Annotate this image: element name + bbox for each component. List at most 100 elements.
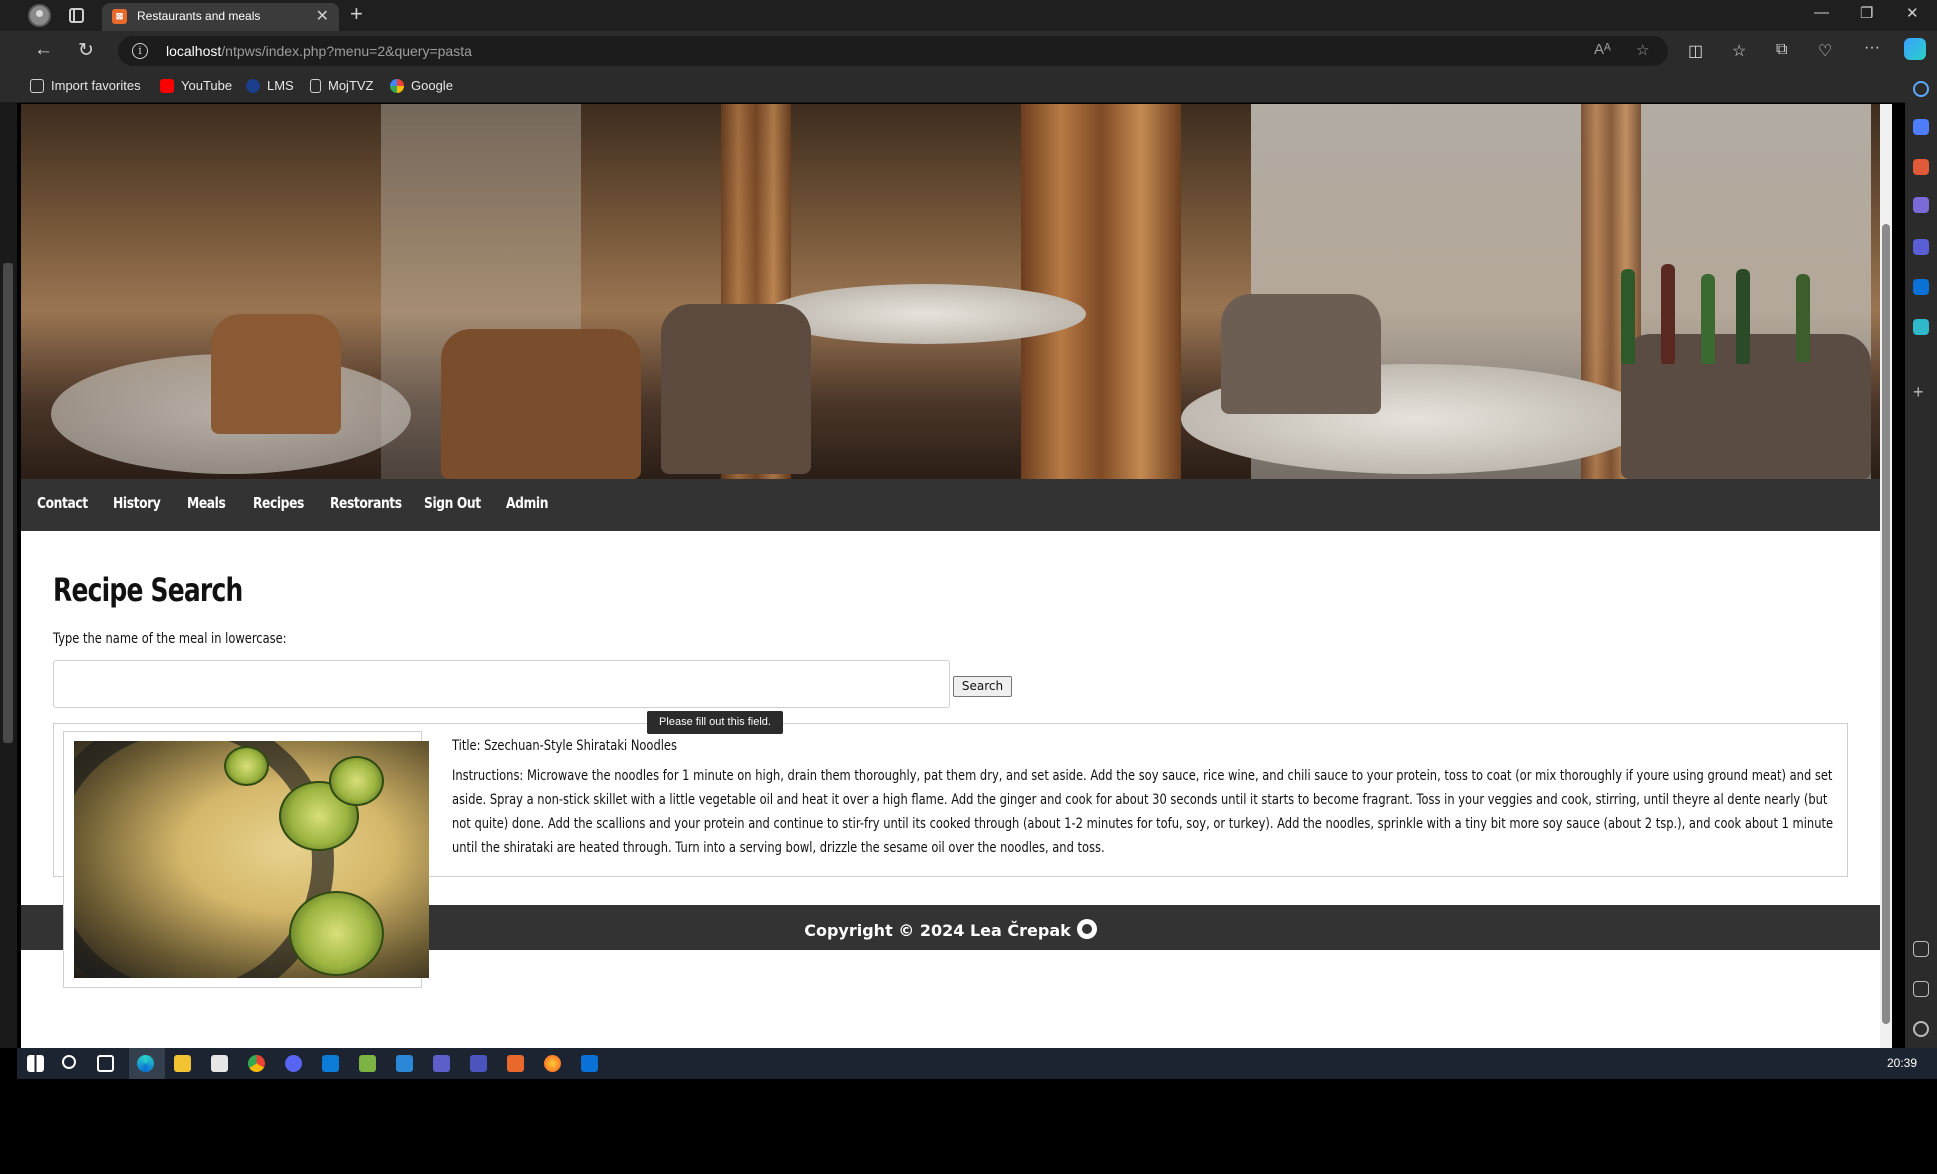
more-options-icon[interactable]: ··· — [1864, 39, 1880, 57]
search-input[interactable] — [53, 660, 950, 708]
nav-admin[interactable]: Admin — [506, 494, 548, 512]
windows-start-icon[interactable] — [27, 1055, 44, 1072]
store-icon[interactable] — [211, 1055, 228, 1072]
notepad-icon[interactable] — [359, 1055, 376, 1072]
page-icon — [310, 78, 321, 93]
hide-sidebar-icon[interactable] — [1913, 941, 1929, 957]
windows-taskbar: 20:39 — [17, 1048, 1937, 1079]
read-aloud-icon[interactable]: Aᴬ — [1594, 41, 1611, 58]
discord-icon[interactable] — [285, 1055, 302, 1072]
address-bar[interactable]: i localhost/ntpws/index.php?menu=2&query… — [118, 36, 1668, 66]
outlook-icon[interactable] — [581, 1055, 598, 1072]
browser-toolbar: ← ↻ i localhost/ntpws/index.php?menu=2&q… — [0, 31, 1937, 71]
page-title: Recipe Search — [53, 571, 243, 609]
firefox-icon[interactable] — [544, 1055, 561, 1072]
xampp-icon[interactable] — [507, 1055, 524, 1072]
search-icon[interactable] — [1913, 81, 1929, 97]
tools-icon[interactable] — [1913, 159, 1929, 175]
shopping-tag-icon[interactable] — [1913, 119, 1929, 135]
nav-history[interactable]: History — [113, 494, 161, 512]
youtube-icon — [160, 78, 174, 93]
bookmark-label: Import favorites — [51, 78, 141, 93]
nav-sign-out[interactable]: Sign Out — [424, 494, 481, 512]
bookmark-google[interactable]: Google — [390, 78, 453, 93]
taskbar-clock: 20:39 — [1886, 1056, 1917, 1070]
mail-icon[interactable] — [396, 1055, 413, 1072]
copyright-text: Copyright © 2024 Lea Črepak — [804, 921, 1071, 940]
nav-recipes[interactable]: Recipes — [253, 494, 304, 512]
task-view-icon[interactable] — [97, 1055, 114, 1072]
copilot-icon[interactable] — [1904, 38, 1926, 60]
edge-sidebar: + — [1905, 71, 1937, 1048]
nav-restorants[interactable]: Restorants — [330, 494, 402, 512]
scrollbar-thumb[interactable] — [3, 263, 13, 743]
browser-tab[interactable]: ⊠ Restaurants and meals ✕ — [102, 3, 339, 31]
import-icon — [30, 78, 44, 93]
browser-titlebar: ⊠ Restaurants and meals ✕ + — ❐ ✕ — [0, 0, 1937, 31]
restore-button[interactable]: ❐ — [1860, 4, 1873, 22]
bookmark-youtube[interactable]: YouTube — [160, 78, 232, 93]
outlook-icon[interactable] — [1913, 279, 1929, 295]
bookmark-import-favorites[interactable]: Import favorites — [30, 78, 141, 93]
bookmark-lms[interactable]: LMS — [246, 78, 294, 93]
bookmarks-bar: Import favorites YouTube LMS MojTVZ Goog… — [0, 71, 1905, 103]
url-text[interactable]: localhost/ntpws/index.php?menu=2&query=p… — [166, 43, 472, 59]
lms-icon — [246, 78, 260, 93]
teams-icon[interactable] — [433, 1055, 450, 1072]
validation-tooltip: Please fill out this field. — [647, 711, 783, 734]
settings-gear-icon[interactable] — [1913, 1021, 1929, 1037]
refresh-icon[interactable]: ↻ — [78, 39, 94, 62]
bookmark-label: LMS — [267, 78, 294, 93]
microsoft-365-icon[interactable] — [1913, 239, 1929, 255]
url-path: /ntpws/index.php?menu=2&query=pasta — [221, 43, 472, 59]
left-scroll-strip — [0, 103, 17, 1048]
edge-icon[interactable] — [137, 1055, 154, 1072]
google-icon — [390, 78, 404, 93]
vscode-icon[interactable] — [322, 1055, 339, 1072]
nav-meals[interactable]: Meals — [187, 494, 226, 512]
recipe-instructions: Instructions: Microwave the noodles for … — [452, 768, 1834, 856]
minimize-button[interactable]: — — [1814, 4, 1829, 21]
drop-icon[interactable] — [1913, 319, 1929, 335]
hero-restaurant-image — [21, 104, 1880, 479]
bookmark-label: YouTube — [181, 78, 233, 93]
main-nav: Contact History Meals Recipes Restorants… — [21, 479, 1880, 531]
search-button[interactable]: Search — [953, 676, 1012, 697]
profile-avatar[interactable] — [28, 4, 51, 27]
teams-work-icon[interactable] — [470, 1055, 487, 1072]
bookmark-label: MojTVZ — [328, 78, 374, 93]
xampp-favicon-icon: ⊠ — [112, 9, 127, 24]
url-host: localhost — [166, 43, 222, 59]
add-sidebar-app-icon[interactable]: + — [1913, 383, 1929, 401]
games-icon[interactable] — [1913, 197, 1929, 213]
page-viewport: Contact History Meals Recipes Restorants… — [21, 104, 1880, 1048]
main-content: Recipe Search Type the name of the meal … — [21, 531, 1880, 988]
file-explorer-icon[interactable] — [174, 1055, 191, 1072]
nav-contact[interactable]: Contact — [37, 494, 88, 512]
search-prompt-label: Type the name of the meal in lowercase: — [53, 631, 287, 647]
bookmark-mojtvz[interactable]: MojTVZ — [310, 78, 374, 93]
recipe-image-frame — [63, 731, 429, 988]
page-scrollbar-thumb[interactable] — [1882, 224, 1890, 1024]
search-icon[interactable] — [62, 1055, 76, 1069]
favorite-star-icon[interactable]: ☆ — [1636, 41, 1649, 59]
back-icon[interactable]: ← — [34, 39, 53, 61]
bookmark-label: Google — [411, 78, 453, 93]
open-external-icon[interactable] — [1913, 981, 1929, 997]
close-window-button[interactable]: ✕ — [1906, 4, 1919, 22]
chrome-icon[interactable] — [248, 1055, 265, 1072]
new-tab-button[interactable]: + — [350, 1, 363, 27]
close-tab-icon[interactable]: ✕ — [316, 6, 329, 26]
site-info-icon[interactable]: i — [132, 43, 148, 59]
split-screen-icon[interactable]: ◫ — [1688, 41, 1703, 61]
recipe-noodles-image — [74, 741, 429, 978]
recipe-title: Title: Szechuan-Style Shirataki Noodles — [452, 738, 677, 754]
desktop-background — [0, 1079, 1937, 1174]
favorites-icon[interactable]: ☆ — [1732, 41, 1746, 61]
page-scrollbar[interactable] — [1880, 104, 1892, 1048]
github-icon[interactable] — [1076, 919, 1097, 939]
browser-essentials-icon[interactable]: ♡ — [1818, 41, 1832, 61]
tab-title: Restaurants and meals — [137, 9, 261, 23]
tab-actions-icon[interactable] — [69, 8, 84, 23]
collections-icon[interactable]: ⧉ — [1776, 41, 1787, 59]
